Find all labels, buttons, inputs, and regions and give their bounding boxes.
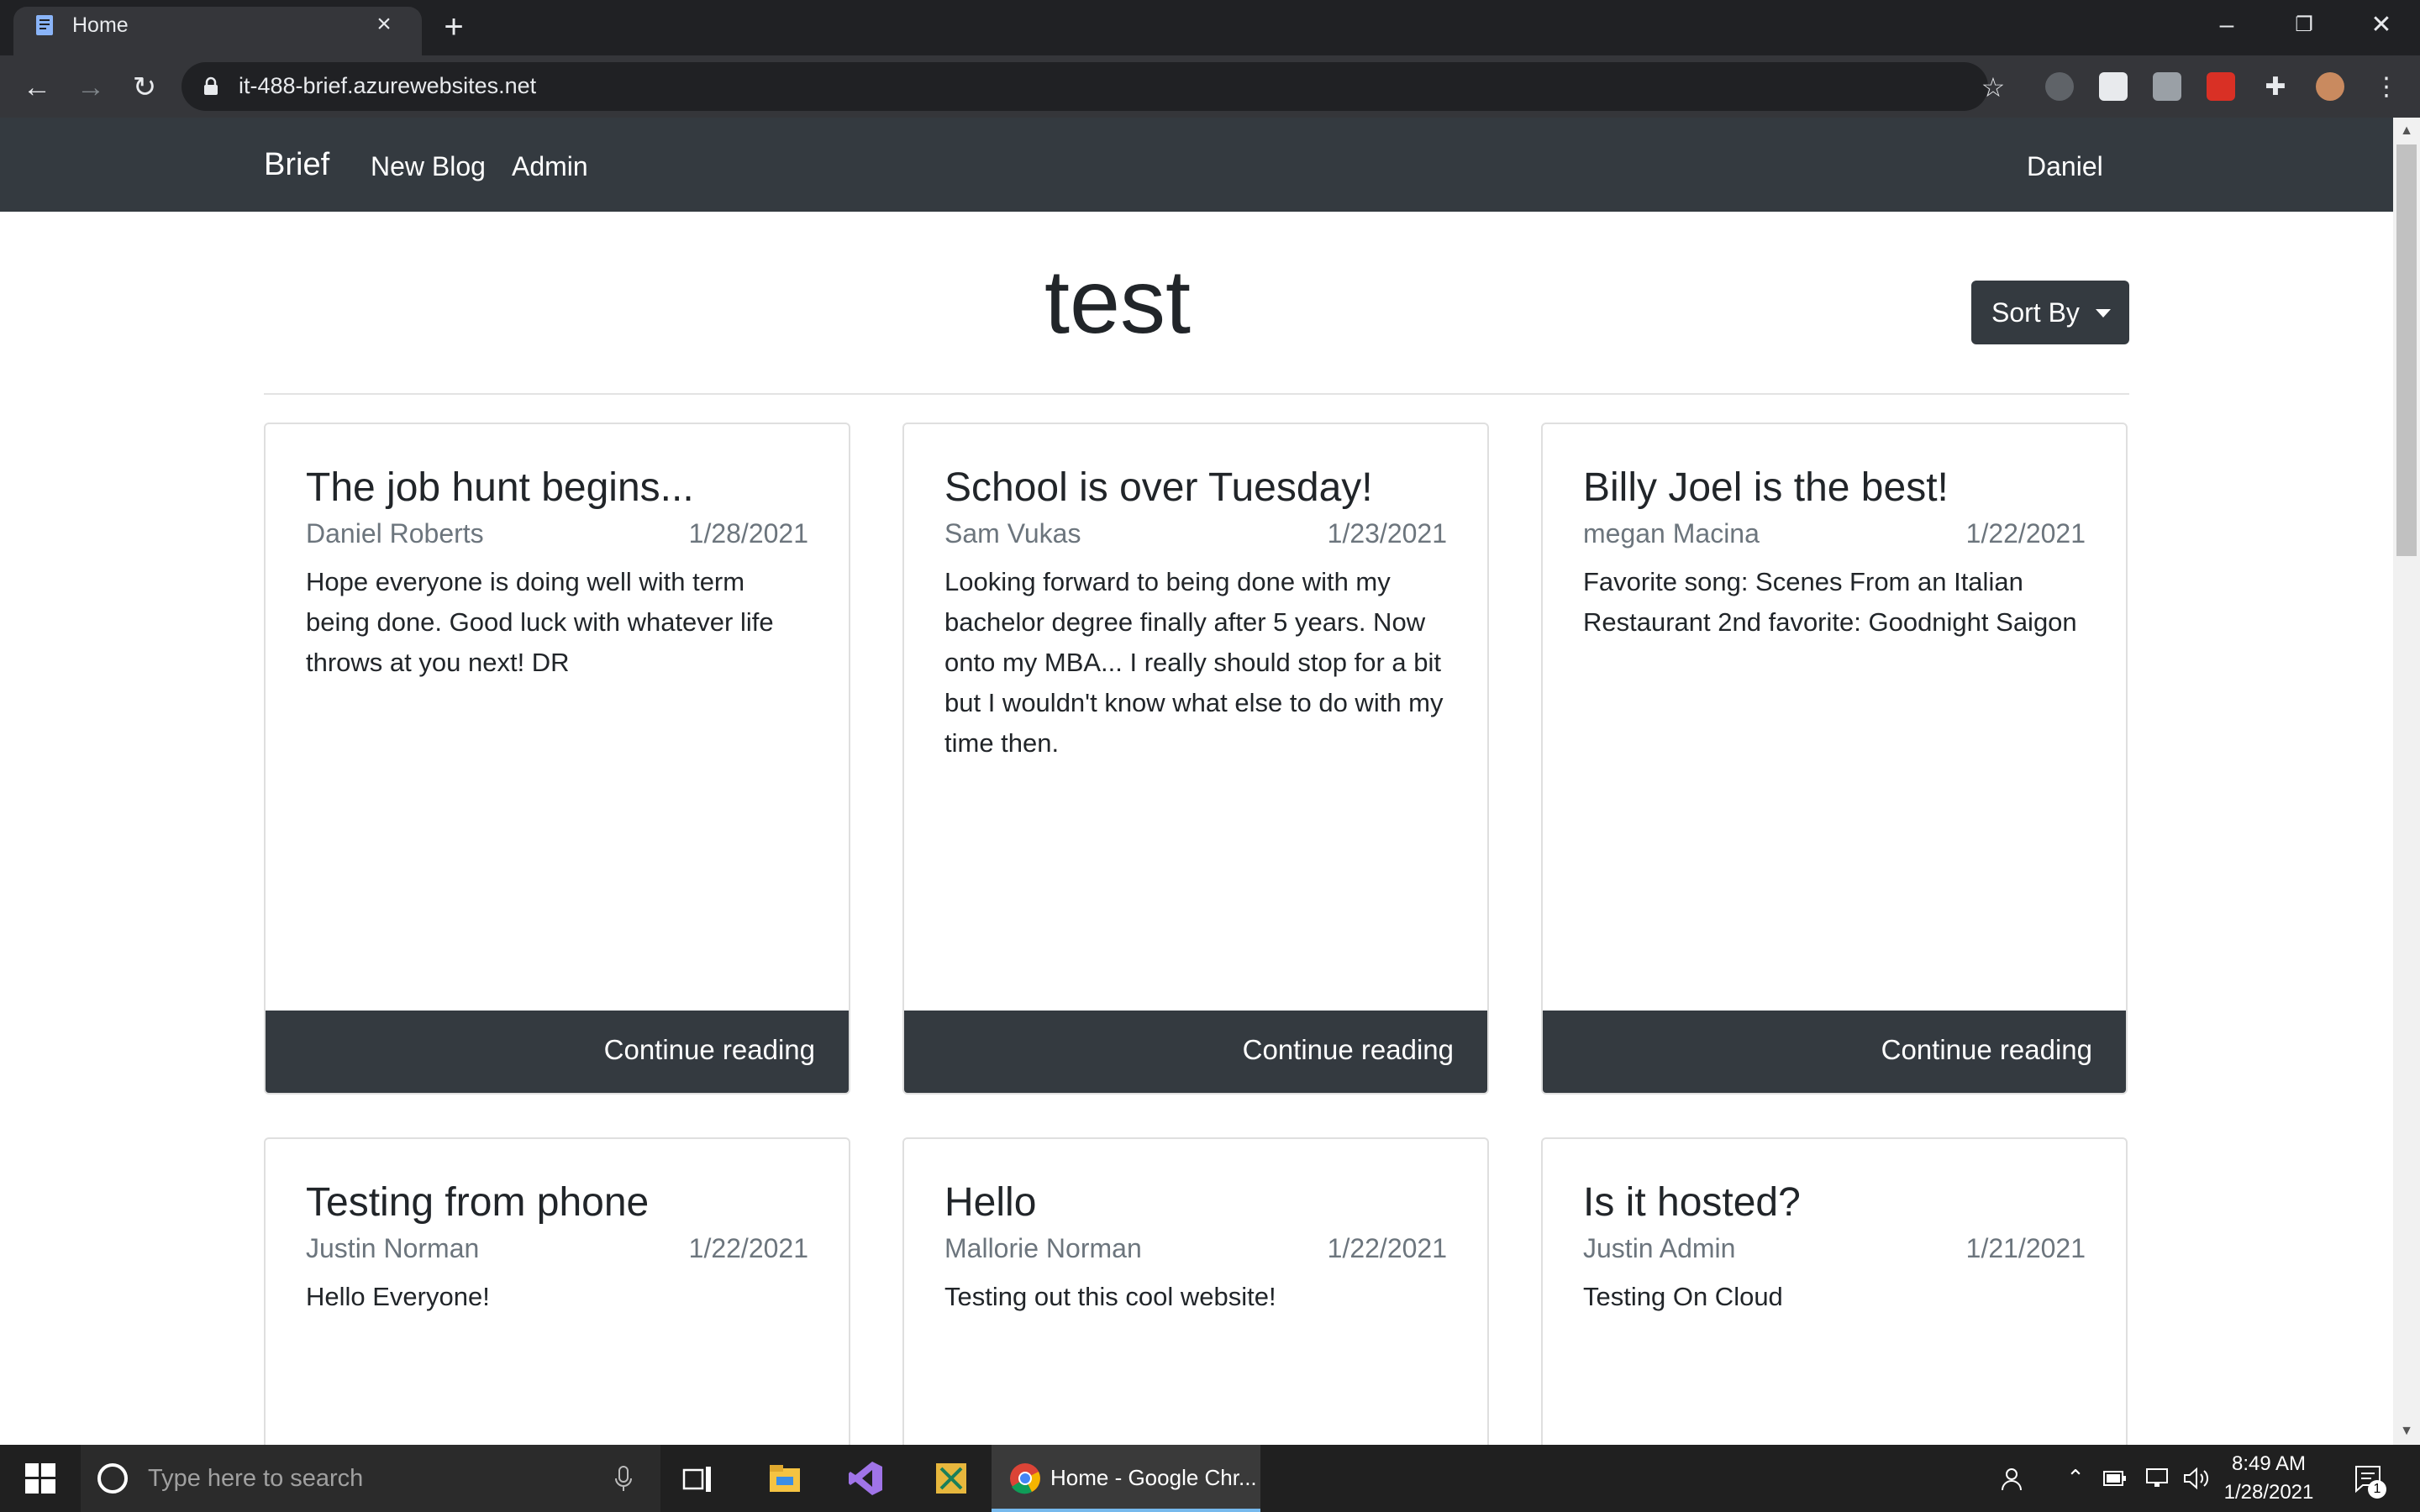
scroll-up-icon[interactable]: ▲ <box>2396 121 2417 141</box>
brand-link[interactable]: Brief <box>264 147 329 183</box>
visual-studio-icon[interactable] <box>847 1460 884 1497</box>
card-footer: Continue reading <box>1543 1011 2126 1093</box>
tab-title: Home <box>72 13 129 37</box>
battery-icon[interactable] <box>2102 1468 2128 1488</box>
network-icon[interactable] <box>2144 1467 2170 1490</box>
continue-reading-link[interactable]: Continue reading <box>1243 1034 1454 1066</box>
post-author: Sam Vukas <box>944 518 1081 549</box>
chrome-icon <box>1010 1463 1040 1494</box>
snipping-tool-icon[interactable] <box>933 1460 970 1497</box>
windows-start-icon[interactable] <box>25 1463 55 1494</box>
people-icon[interactable] <box>2000 1465 2028 1494</box>
post-card[interactable]: Is it hosted? Justin Admin 1/21/2021 Tes… <box>1541 1137 2128 1473</box>
post-title[interactable]: Billy Joel is the best! <box>1583 465 1949 511</box>
nav-link-new-blog[interactable]: New Blog <box>371 151 486 182</box>
extension-tp-icon[interactable] <box>2207 72 2235 101</box>
post-author: Daniel Roberts <box>306 518 484 549</box>
new-tab-icon[interactable]: + <box>437 10 471 44</box>
post-card[interactable]: Billy Joel is the best! megan Macina 1/2… <box>1541 423 2128 1095</box>
header-divider <box>264 393 2129 395</box>
user-menu[interactable]: Daniel <box>2027 151 2103 182</box>
notification-count-badge: 1 <box>2368 1480 2386 1499</box>
back-icon[interactable]: ← <box>18 69 55 106</box>
nav-link-admin[interactable]: Admin <box>512 151 588 182</box>
card-footer: Continue reading <box>904 1011 1487 1093</box>
menu-kebab-icon[interactable]: ⋮ <box>2368 69 2405 106</box>
post-author: megan Macina <box>1583 518 1760 549</box>
extension-cast-icon[interactable] <box>2153 72 2181 101</box>
lock-icon <box>204 76 218 95</box>
post-excerpt: Testing On Cloud <box>1583 1282 1783 1311</box>
post-excerpt: Hello Everyone! <box>306 1282 490 1311</box>
minimize-icon[interactable]: – <box>2188 0 2265 50</box>
active-app-label: Home - Google Chr... <box>1050 1465 1257 1490</box>
post-card[interactable]: The job hunt begins... Daniel Roberts 1/… <box>264 423 850 1095</box>
post-card[interactable]: School is over Tuesday! Sam Vukas 1/23/2… <box>902 423 1489 1095</box>
post-title[interactable]: Hello <box>944 1179 1036 1226</box>
post-author: Mallorie Norman <box>944 1233 1142 1263</box>
continue-reading-link[interactable]: Continue reading <box>604 1034 815 1066</box>
close-tab-icon[interactable]: × <box>370 10 398 39</box>
page-icon <box>36 15 53 35</box>
clock-time: 8:49 AM <box>2231 1452 2307 1475</box>
post-title[interactable]: Testing from phone <box>306 1179 649 1226</box>
post-excerpt: Looking forward to being done with my ba… <box>944 567 1444 758</box>
file-explorer-icon[interactable] <box>768 1462 802 1495</box>
post-date: 1/21/2021 <box>1965 1233 2086 1263</box>
restore-icon[interactable]: ❐ <box>2265 0 2343 50</box>
cortana-circle-icon <box>97 1463 128 1494</box>
post-date: 1/22/2021 <box>1327 1233 1447 1263</box>
post-date: 1/23/2021 <box>1327 518 1447 549</box>
post-excerpt: Favorite song: Scenes From an Italian Re… <box>1583 567 2077 637</box>
post-card[interactable]: Hello Mallorie Norman 1/22/2021 Testing … <box>902 1137 1489 1473</box>
extension-circle-icon[interactable] <box>2045 72 2074 101</box>
extensions-puzzle-icon[interactable]: ✚ <box>2257 69 2294 106</box>
card-footer: Continue reading <box>266 1011 849 1093</box>
scrollbar-thumb[interactable] <box>2396 144 2417 556</box>
profile-avatar[interactable] <box>2316 72 2344 101</box>
scroll-down-icon[interactable]: ▼ <box>2396 1421 2417 1441</box>
sort-by-dropdown[interactable]: Sort By <box>1971 281 2129 344</box>
chevron-up-icon[interactable]: ⌃ <box>2064 1465 2087 1490</box>
system-clock[interactable]: 8:49 AM 1/28/2021 <box>2218 1450 2319 1507</box>
bookmark-star-icon[interactable]: ☆ <box>1975 69 2012 106</box>
volume-icon[interactable] <box>2183 1467 2210 1490</box>
post-date: 1/22/2021 <box>688 1233 808 1263</box>
search-placeholder: Type here to search <box>148 1465 364 1492</box>
extension-fonts-icon[interactable] <box>2099 72 2128 101</box>
post-title[interactable]: School is over Tuesday! <box>944 465 1373 511</box>
window-close-icon[interactable]: ✕ <box>2343 0 2420 50</box>
page-title: test <box>1044 250 1192 352</box>
post-author: Justin Admin <box>1583 1233 1736 1263</box>
post-date: 1/28/2021 <box>688 518 808 549</box>
post-excerpt: Hope everyone is doing well with term be… <box>306 567 774 677</box>
reload-icon[interactable]: ↻ <box>126 69 163 106</box>
task-view-icon[interactable] <box>682 1463 714 1495</box>
url-text: it-488-brief.azurewebsites.net <box>239 73 537 98</box>
post-title[interactable]: Is it hosted? <box>1583 1179 1801 1226</box>
clock-date: 1/28/2021 <box>2223 1481 2314 1504</box>
microphone-icon[interactable] <box>613 1465 634 1494</box>
continue-reading-link[interactable]: Continue reading <box>1881 1034 2092 1066</box>
post-title[interactable]: The job hunt begins... <box>306 465 694 511</box>
sort-by-label: Sort By <box>1991 297 2080 328</box>
forward-icon[interactable]: → <box>72 69 109 106</box>
post-date: 1/22/2021 <box>1965 518 2086 549</box>
caret-down-icon <box>2096 309 2111 318</box>
post-excerpt: Testing out this cool website! <box>944 1282 1276 1311</box>
post-author: Justin Norman <box>306 1233 480 1263</box>
post-card[interactable]: Testing from phone Justin Norman 1/22/20… <box>264 1137 850 1473</box>
